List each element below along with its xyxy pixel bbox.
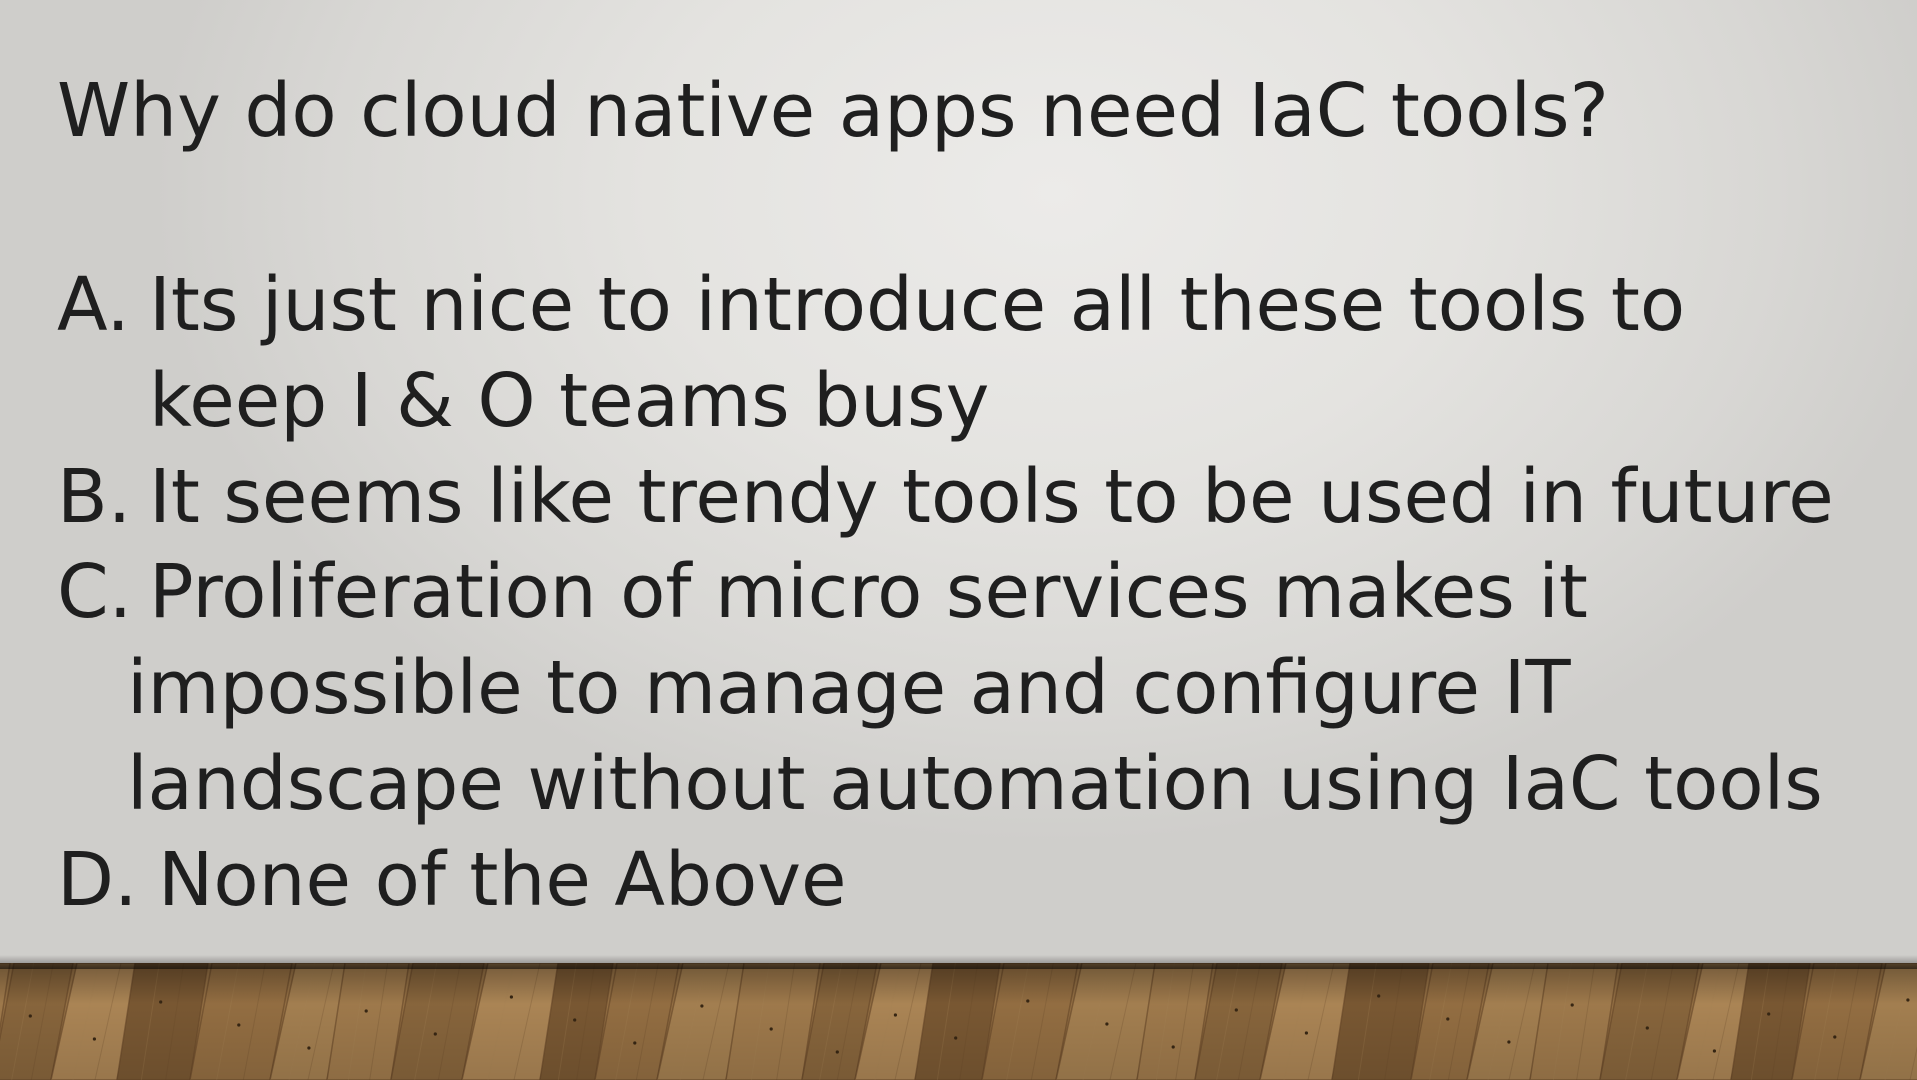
option-c-text: Proliferation of micro services makes it… xyxy=(57,545,1834,832)
option-d: D. None of the Above xyxy=(57,833,1834,929)
option-c: C. Proliferation of micro services makes… xyxy=(57,545,1834,832)
option-a: A. Its just nice to introduce all these … xyxy=(57,258,1834,450)
option-d-text: None of the Above xyxy=(57,833,1834,929)
answer-options: A. Its just nice to introduce all these … xyxy=(57,258,1834,929)
option-a-line-1: Its just nice to introduce all these too… xyxy=(149,262,1686,348)
option-a-letter: A. xyxy=(57,262,130,348)
option-b-text: It seems like trendy tools to be used in… xyxy=(57,450,1834,546)
option-a-text: Its just nice to introduce all these too… xyxy=(57,258,1834,450)
option-c-line-2: impossible to manage and configure IT xyxy=(127,645,1571,732)
floor-edge-shadow xyxy=(0,955,1917,969)
option-b: B. It seems like trendy tools to be used… xyxy=(57,450,1834,546)
question-title: Why do cloud native apps need IaC tools? xyxy=(57,68,1609,154)
option-c-line-1: Proliferation of micro services makes it xyxy=(149,549,1588,636)
wood-floor-image xyxy=(0,963,1917,1080)
option-c-letter: C. xyxy=(57,549,133,636)
slide: Why do cloud native apps need IaC tools?… xyxy=(0,0,1917,1080)
option-a-line-2: keep I & O teams busy xyxy=(149,357,990,444)
option-c-line-3: landscape without automation using IaC t… xyxy=(127,740,1823,827)
option-d-line-1: None of the Above xyxy=(158,836,847,923)
option-b-line-1: It seems like trendy tools to be used in… xyxy=(149,453,1834,540)
option-d-letter: D. xyxy=(57,836,138,923)
option-b-letter: B. xyxy=(57,453,132,540)
